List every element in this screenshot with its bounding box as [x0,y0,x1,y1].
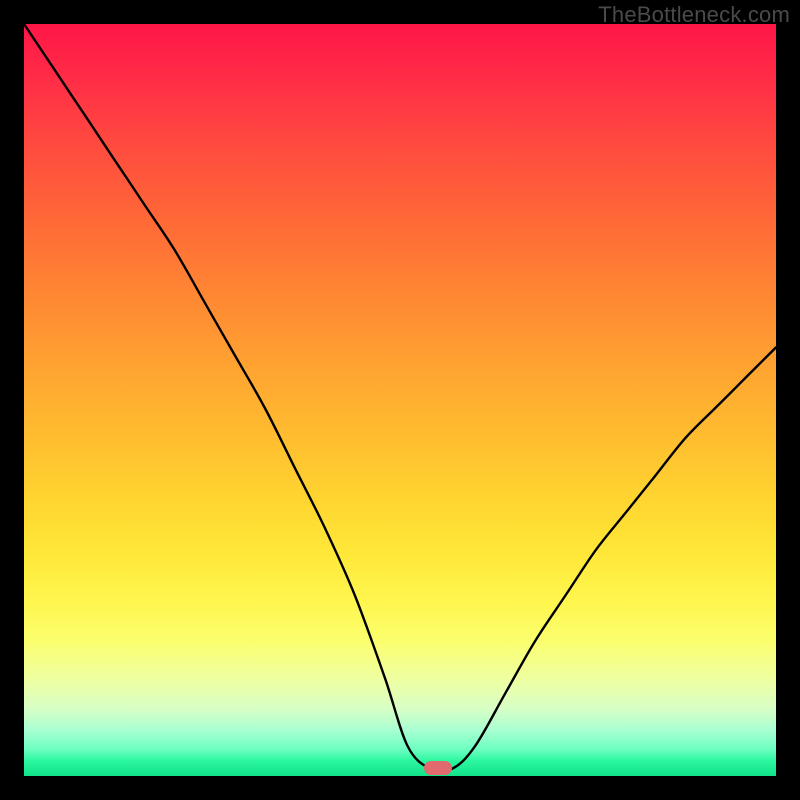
chart-frame: TheBottleneck.com [0,0,800,800]
watermark-label: TheBottleneck.com [598,2,790,28]
optimal-marker [424,761,452,775]
plot-area [24,24,776,776]
bottleneck-curve [24,24,776,776]
curve-path [24,24,776,771]
